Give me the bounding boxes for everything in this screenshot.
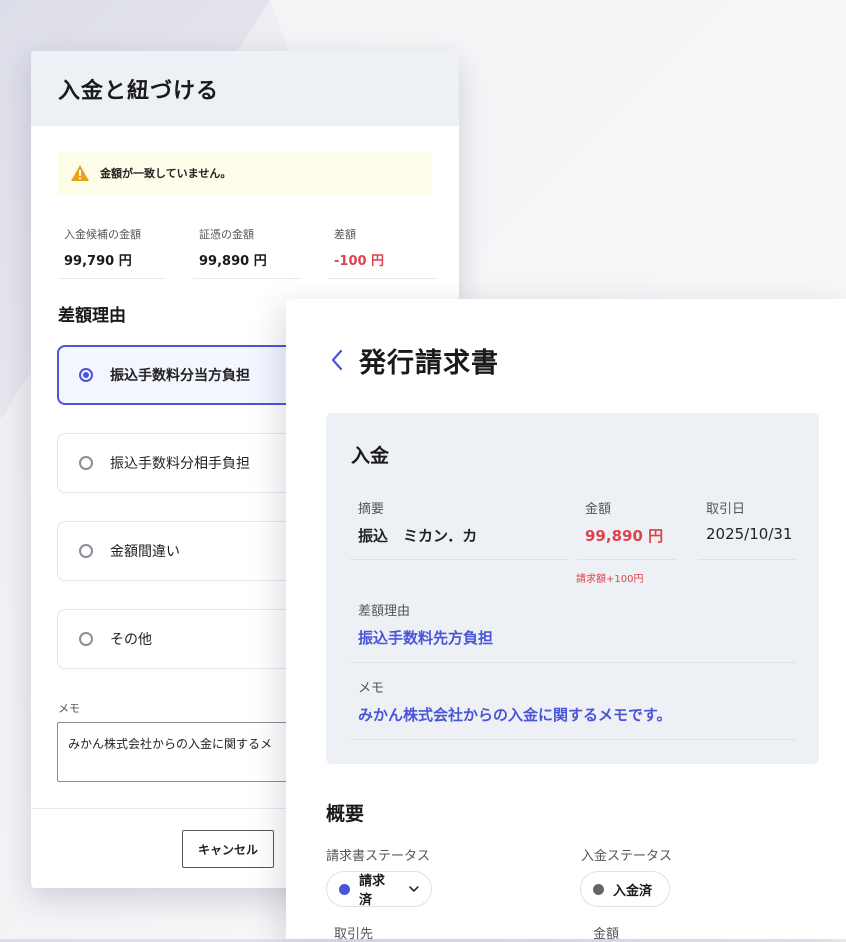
transaction-date-field: 取引日 2025/10/31	[698, 498, 796, 560]
invoice-status-dropdown[interactable]: 請求済	[326, 871, 432, 908]
difference-reason-value: 振込手数料先方負担	[358, 629, 494, 647]
issued-invoice-panel: 発行請求書 入金 摘要 振込 ミカン．カ 金額 99,890 円 取引日 202…	[286, 299, 846, 942]
amount-comparison: 入金候補の金額 99,790 円 証憑の金額 99,890 円 差額 -100 …	[58, 226, 436, 279]
amount-field: 金額 99,890 円	[577, 498, 676, 560]
partner-label: 取引先	[334, 927, 374, 942]
invoice-status-label: 請求書ステータス	[326, 849, 431, 864]
invoice-status-value: 請求済	[359, 874, 386, 908]
voucher-amount-value: 99,890 円	[199, 254, 267, 269]
warning-triangle-icon	[71, 165, 89, 181]
difference-amount: 差額 -100 円	[328, 226, 436, 279]
chevron-down-icon	[409, 886, 419, 892]
memo-field-label: メモ	[358, 681, 385, 696]
voucher-amount-label: 証憑の金額	[199, 228, 254, 241]
payment-status-value: 入金済	[613, 883, 653, 899]
amount-mismatch-alert: 金額が一致していません。	[58, 151, 432, 195]
summary-field: 摘要 振込 ミカン．カ	[350, 498, 568, 560]
reason-option-label: その他	[110, 632, 152, 648]
overview-amount-label: 金額	[593, 927, 620, 942]
difference-reason-heading: 差額理由	[58, 306, 126, 326]
difference-reason-field: 差額理由 振込手数料先方負担	[350, 600, 796, 663]
payment-card-title: 入金	[351, 445, 390, 467]
payment-card: 入金 摘要 振込 ミカン．カ 金額 99,890 円 取引日 2025/10/3…	[326, 413, 819, 764]
difference-note: 請求額+100円	[576, 574, 644, 585]
candidate-amount-label: 入金候補の金額	[64, 228, 141, 241]
candidate-amount: 入金候補の金額 99,790 円	[58, 226, 166, 279]
modal-header: 入金と紐づける	[31, 51, 459, 126]
memo-field: メモ みかん株式会社からの入金に関するメモです。	[350, 677, 796, 740]
memo-label: メモ	[58, 702, 80, 715]
reason-option-label: 金額間違い	[110, 544, 180, 560]
modal-title: 入金と紐づける	[58, 78, 220, 104]
reason-option-label: 振込手数料分相手負担	[110, 456, 250, 472]
summary-label: 摘要	[358, 502, 385, 517]
difference-reason-label: 差額理由	[358, 604, 411, 619]
cancel-button[interactable]: キャンセル	[182, 830, 274, 868]
summary-value: 振込 ミカン．カ	[358, 527, 478, 545]
panel-title: 発行請求書	[359, 348, 499, 379]
candidate-amount-value: 99,790 円	[64, 254, 132, 269]
radio-unselected-icon[interactable]	[79, 632, 93, 646]
difference-amount-label: 差額	[334, 228, 356, 241]
voucher-amount: 証憑の金額 99,890 円	[193, 226, 301, 279]
radio-selected-icon[interactable]	[79, 368, 93, 382]
difference-amount-value: -100 円	[334, 254, 385, 269]
memo-field-value: みかん株式会社からの入金に関するメモです。	[358, 706, 672, 724]
reason-option-label: 振込手数料分当方負担	[110, 368, 250, 384]
payment-status-label: 入金ステータス	[581, 849, 673, 864]
alert-text: 金額が一致していません。	[100, 167, 232, 180]
status-dot-icon	[593, 883, 604, 895]
radio-unselected-icon[interactable]	[79, 456, 93, 470]
status-dot-icon	[339, 883, 350, 895]
amount-label: 金額	[585, 502, 612, 517]
overview-heading: 概要	[326, 803, 365, 825]
transaction-date-value: 2025/10/31	[706, 525, 793, 543]
chevron-left-icon[interactable]	[329, 347, 345, 373]
transaction-date-label: 取引日	[706, 502, 746, 517]
payment-status-badge: 入金済	[580, 871, 670, 907]
amount-value: 99,890 円	[585, 527, 664, 545]
radio-unselected-icon[interactable]	[79, 544, 93, 558]
